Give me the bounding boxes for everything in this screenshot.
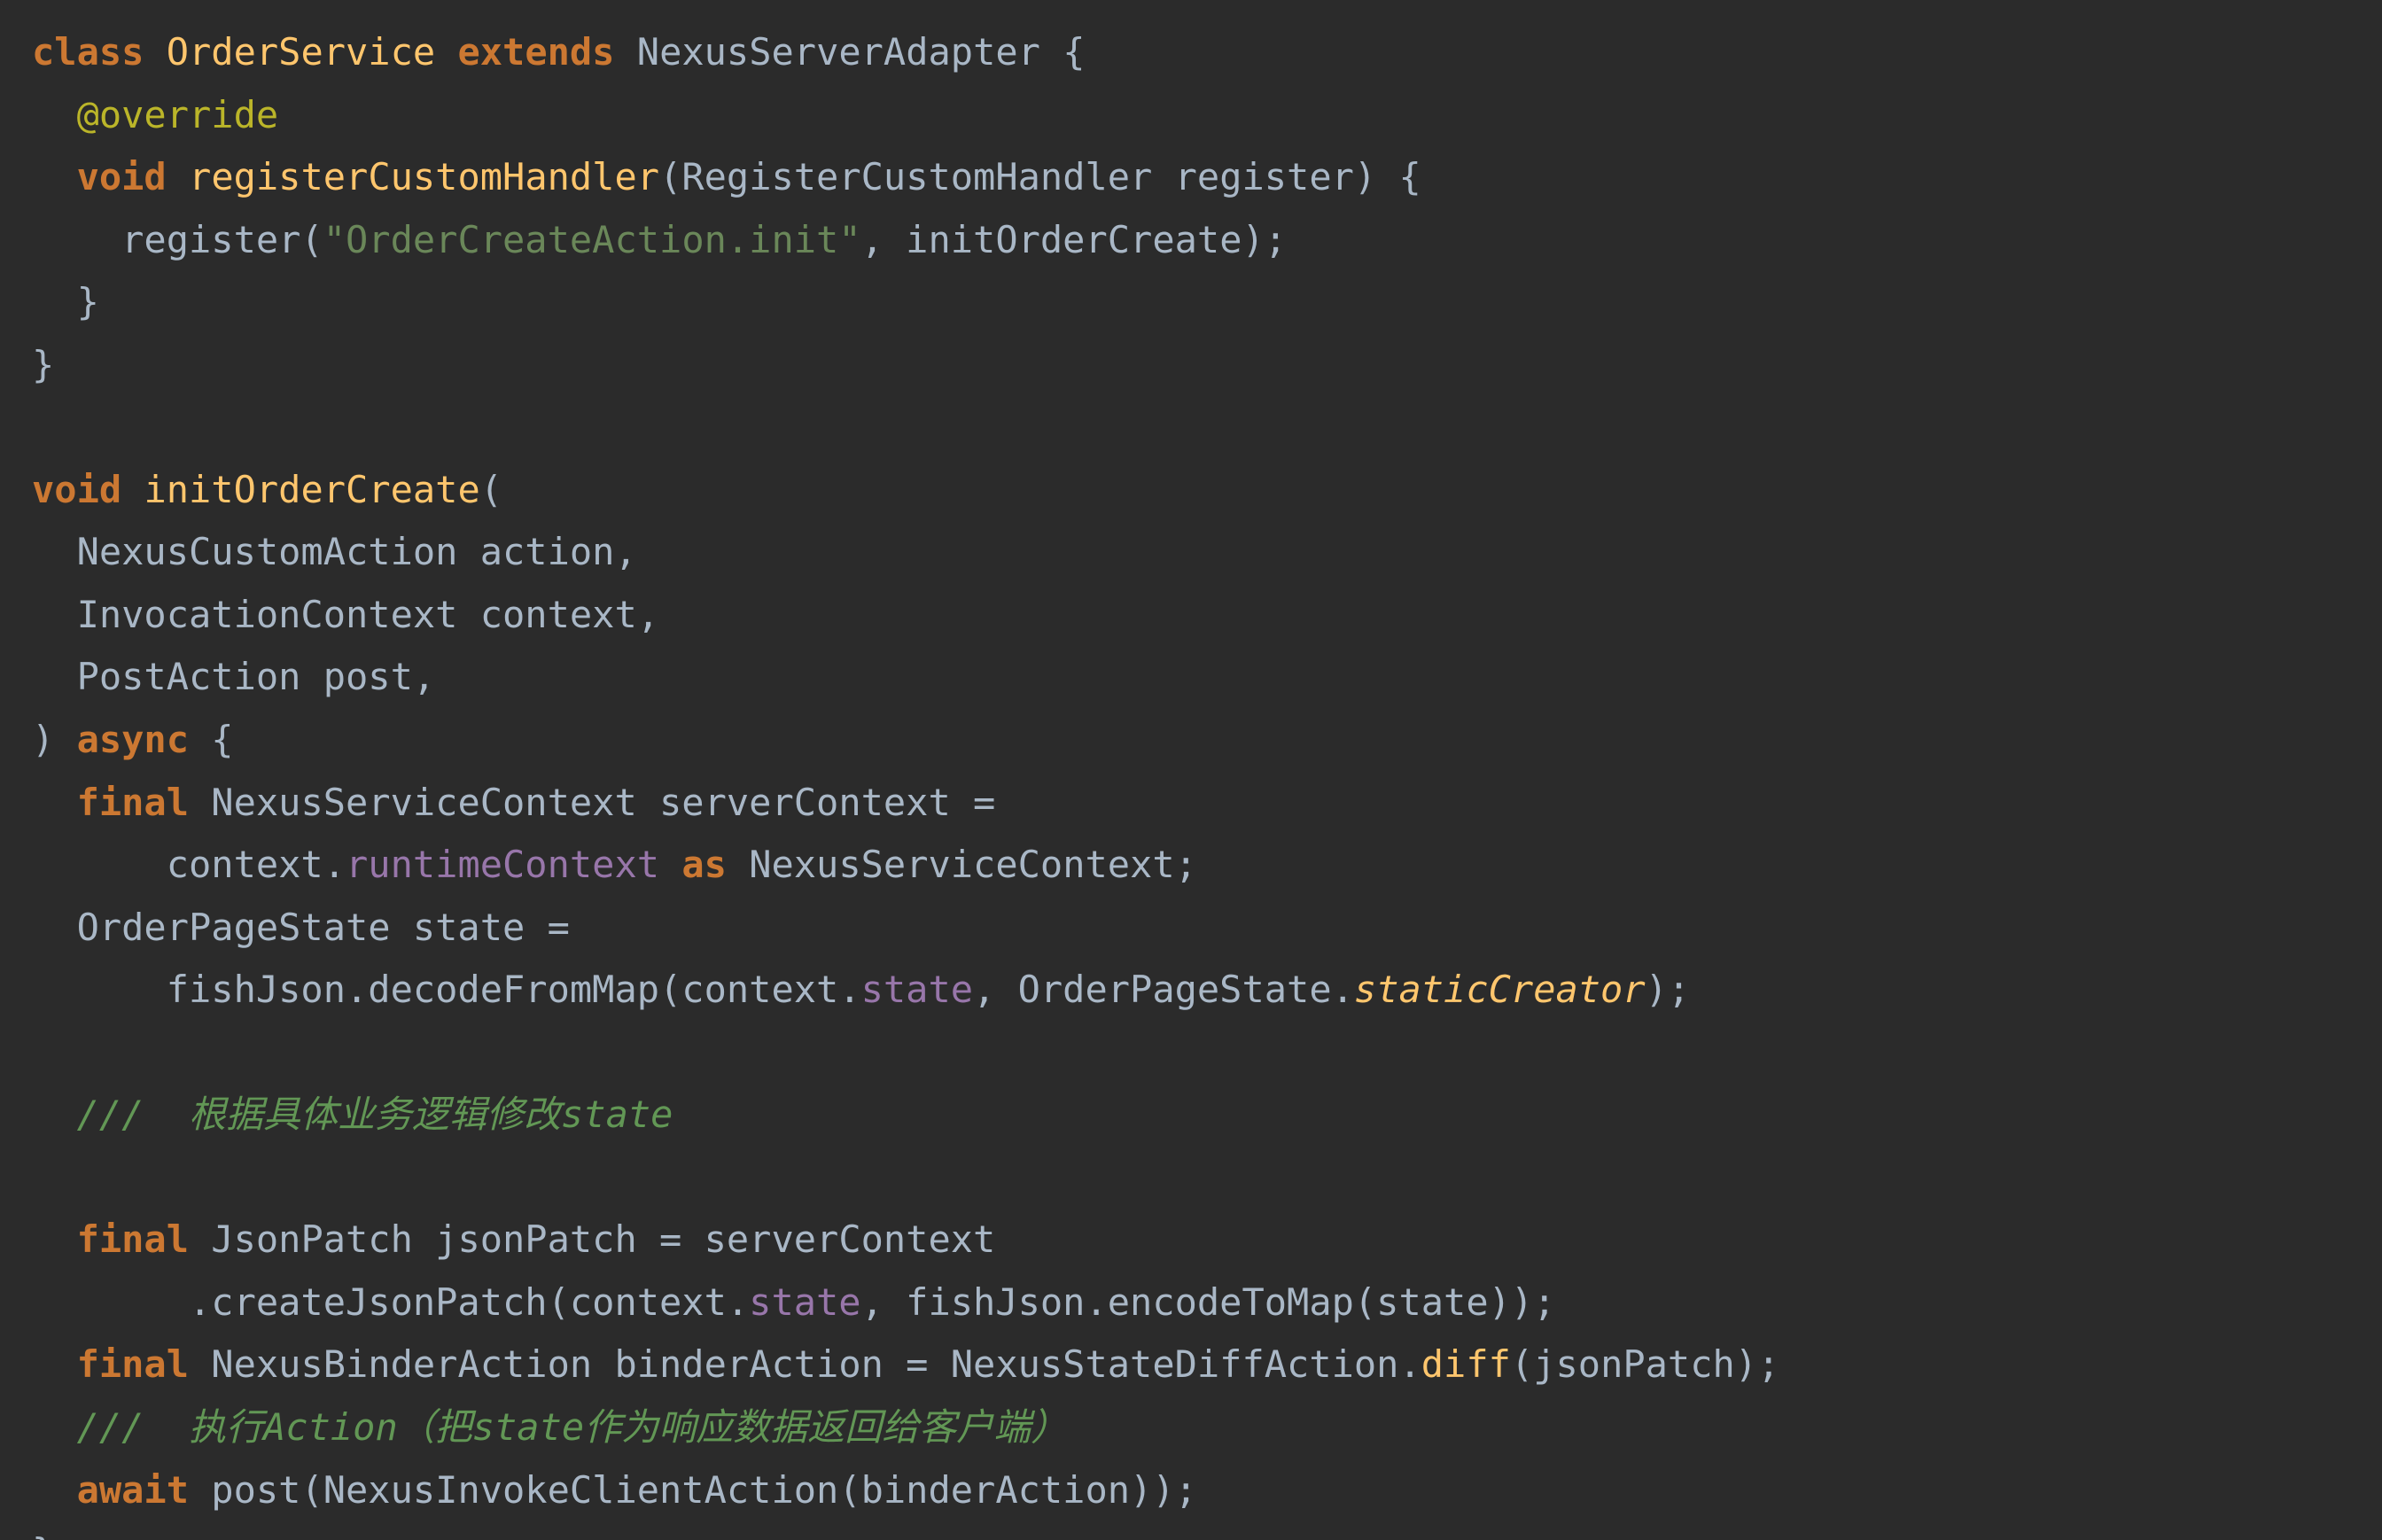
code-token: , OrderPageState. <box>973 968 1354 1011</box>
code-token: void <box>32 468 121 511</box>
code-token <box>121 468 144 511</box>
code-token: final <box>77 1217 189 1261</box>
code-token: as <box>681 843 727 886</box>
code-token: class <box>32 30 144 74</box>
code-token: PostAction post, <box>32 655 435 698</box>
code-token: diff <box>1421 1342 1511 1386</box>
code-line[interactable]: ) async { <box>32 718 234 761</box>
code-token: NexusCustomAction action, <box>32 530 637 573</box>
code-token: OrderPageState state = <box>32 906 570 949</box>
code-token: ( <box>480 468 502 511</box>
code-token: NexusServiceContext; <box>727 843 1197 886</box>
code-token: post(NexusInvokeClientAction(binderActio… <box>189 1468 1197 1512</box>
code-line[interactable]: /// 根据具体业务逻辑修改state <box>32 1093 673 1136</box>
code-token <box>32 1217 77 1261</box>
code-line[interactable]: @override <box>32 93 278 136</box>
code-line[interactable]: } <box>32 1530 54 1540</box>
code-token <box>167 155 189 198</box>
code-line[interactable]: fishJson.decodeFromMap(context.state, Or… <box>32 968 1690 1011</box>
code-token <box>144 30 166 74</box>
code-line[interactable]: } <box>32 343 54 386</box>
code-token: { <box>1040 30 1086 74</box>
code-token: InvocationContext context, <box>32 593 659 636</box>
code-token: state <box>749 1280 860 1324</box>
code-line[interactable]: await post(NexusInvokeClientAction(binde… <box>32 1468 1197 1512</box>
code-token: runtimeContext <box>346 843 659 886</box>
code-line[interactable]: void registerCustomHandler(RegisterCusto… <box>32 155 1421 198</box>
code-editor[interactable]: class OrderService extends NexusServerAd… <box>0 0 2382 1540</box>
code-token: } <box>32 1530 54 1540</box>
code-line[interactable]: } <box>32 280 99 323</box>
code-token: { <box>189 718 234 761</box>
code-line[interactable]: final NexusBinderAction binderAction = N… <box>32 1342 1779 1386</box>
code-line[interactable]: InvocationContext context, <box>32 593 659 636</box>
code-token: ); <box>1646 968 1691 1011</box>
code-token: ) <box>32 718 77 761</box>
code-line[interactable]: /// 执行Action（把state作为响应数据返回给客户端） <box>32 1405 1068 1449</box>
code-token <box>614 30 636 74</box>
code-token: OrderService <box>167 30 435 74</box>
code-token: NexusServerAdapter <box>637 30 1040 74</box>
code-token: NexusServiceContext serverContext = <box>189 781 995 824</box>
code-line[interactable]: .createJsonPatch(context.state, fishJson… <box>32 1280 1555 1324</box>
code-token <box>32 1468 77 1512</box>
code-token: state <box>861 968 973 1011</box>
code-token: async <box>77 718 189 761</box>
code-token: .createJsonPatch(context. <box>32 1280 749 1324</box>
code-line[interactable]: class OrderService extends NexusServerAd… <box>32 30 1086 74</box>
code-token <box>32 93 77 136</box>
code-line[interactable]: context.runtimeContext as NexusServiceCo… <box>32 843 1197 886</box>
code-token: "OrderCreateAction.init" <box>323 218 861 261</box>
code-token: , fishJson.encodeToMap(state)); <box>861 1280 1556 1324</box>
code-token: final <box>77 1342 189 1386</box>
code-token: fishJson.decodeFromMap(context. <box>32 968 861 1011</box>
code-token: void <box>77 155 167 198</box>
code-line[interactable]: NexusCustomAction action, <box>32 530 637 573</box>
code-token: initOrderCreate <box>144 468 479 511</box>
code-token: context. <box>32 843 346 886</box>
code-token: final <box>77 781 189 824</box>
code-token: @override <box>77 93 279 136</box>
code-token: (jsonPatch); <box>1511 1342 1779 1386</box>
code-token: } <box>32 280 99 323</box>
code-token: /// 根据具体业务逻辑修改state <box>77 1093 673 1136</box>
code-token: , initOrderCreate); <box>861 218 1287 261</box>
code-line[interactable]: PostAction post, <box>32 655 435 698</box>
code-line[interactable]: final JsonPatch jsonPatch = serverContex… <box>32 1217 995 1261</box>
code-token <box>435 30 457 74</box>
code-token <box>32 1342 77 1386</box>
code-line[interactable]: register("OrderCreateAction.init", initO… <box>32 218 1287 261</box>
code-token: await <box>77 1468 189 1512</box>
code-token <box>32 1093 77 1136</box>
code-line[interactable]: void initOrderCreate( <box>32 468 502 511</box>
code-token: (RegisterCustomHandler register) { <box>659 155 1421 198</box>
code-token: register( <box>32 218 323 261</box>
code-token <box>32 155 77 198</box>
code-token: /// 执行Action（把state作为响应数据返回给客户端） <box>77 1405 1069 1449</box>
code-token: } <box>32 343 54 386</box>
code-token <box>32 1405 77 1449</box>
code-token <box>32 781 77 824</box>
code-line[interactable]: OrderPageState state = <box>32 906 570 949</box>
code-line[interactable]: final NexusServiceContext serverContext … <box>32 781 995 824</box>
code-token <box>659 843 681 886</box>
code-token: staticCreator <box>1354 968 1646 1011</box>
code-token: extends <box>457 30 614 74</box>
code-token: NexusBinderAction binderAction = NexusSt… <box>189 1342 1421 1386</box>
code-token: JsonPatch jsonPatch = serverContext <box>189 1217 995 1261</box>
code-token: registerCustomHandler <box>189 155 659 198</box>
